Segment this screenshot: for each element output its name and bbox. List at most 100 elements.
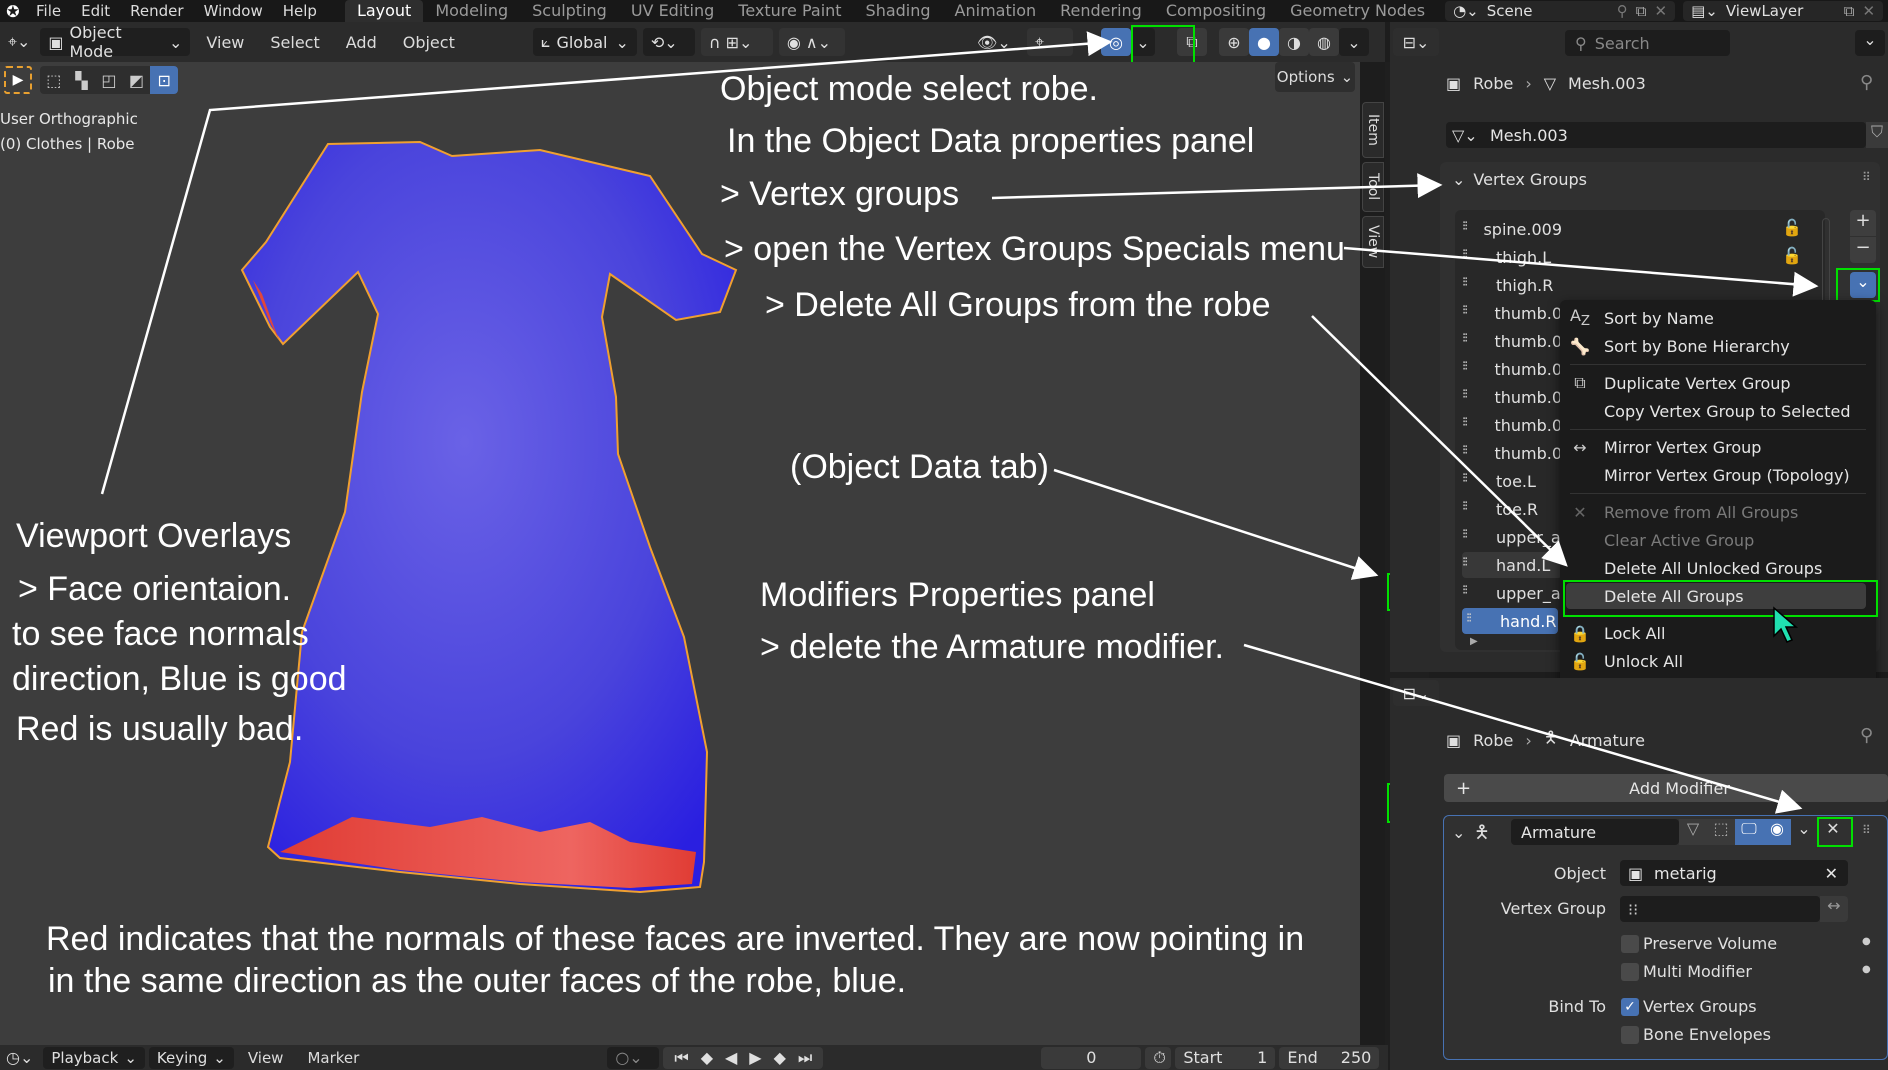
mode-selector[interactable]: ▣ Object Mode ⌄ [40, 23, 191, 61]
select-extend-icon[interactable]: ▚ [68, 66, 96, 94]
pin-icon[interactable]: ⚲ [1617, 2, 1628, 20]
vertex-group-row[interactable]: ⁝⁝ upper_a [1462, 524, 1562, 550]
keying-menu[interactable]: Keying ⌄ [148, 1046, 234, 1069]
current-frame-field[interactable]: 0 [1041, 1046, 1142, 1069]
vertex-group-row[interactable]: ⁝⁝ thigh.R [1462, 272, 1562, 298]
render-toggle[interactable]: ◉ [1763, 819, 1791, 845]
menu-select[interactable]: Select [260, 33, 329, 52]
timeline-marker-menu[interactable]: Marker [297, 1049, 369, 1067]
edit-mode-toggle[interactable]: ▽ [1679, 819, 1707, 845]
menu-edit[interactable]: Edit [71, 0, 120, 22]
material-shading-button[interactable]: ◑ [1279, 28, 1309, 56]
workspace-tab-geometry-nodes[interactable]: Geometry Nodes [1278, 0, 1437, 22]
menu-item-duplicate-vertex-group[interactable]: ⧉ Duplicate Vertex Group [1560, 370, 1876, 396]
timeline-editor-icon[interactable]: ◷⌄ [0, 1048, 39, 1067]
vertex-group-row[interactable]: ⁝⁝ upper_a [1462, 580, 1562, 606]
menu-item-lock-all[interactable]: 🔒 Lock All [1560, 620, 1876, 646]
vertex-group-row[interactable]: ⁝⁝ thumb.0 [1462, 412, 1562, 438]
drag-handle-icon[interactable]: ⠿ [1862, 170, 1871, 184]
options-dropdown[interactable]: Options ⌄ [1275, 62, 1355, 92]
view-layer-selector[interactable]: ▤⌄ ViewLayer ⧉ ✕ [1683, 1, 1884, 21]
mesh-name-field[interactable]: ▽⌄ Mesh.003 [1446, 122, 1866, 148]
add-vertex-group-button[interactable]: + [1850, 210, 1876, 236]
stopwatch-icon[interactable]: ⏱ [1145, 1046, 1172, 1069]
new-scene-icon[interactable]: ⧉ [1636, 2, 1647, 20]
menu-window[interactable]: Window [194, 0, 273, 22]
jump-start-icon[interactable]: ⏮ [674, 1048, 688, 1068]
on-cage-toggle[interactable]: ⬚ [1707, 819, 1735, 845]
workspace-tab-uv-editing[interactable]: UV Editing [619, 0, 726, 22]
menu-object[interactable]: Object [393, 33, 465, 52]
new-view-layer-icon[interactable]: ⧉ [1844, 2, 1855, 20]
jump-end-icon[interactable]: ⏭ [798, 1048, 812, 1068]
menu-item-sort-by-name[interactable]: AZ Sort by Name [1560, 305, 1876, 331]
properties-search-input[interactable]: ⚲ Search [1565, 30, 1730, 56]
select-intersect-icon[interactable]: ⊡ [150, 66, 178, 94]
unlock-icon[interactable]: 🔓 [1782, 246, 1802, 265]
vertex-group-row[interactable]: ⁝⁝ thumb.0 [1462, 440, 1562, 466]
workspace-tab-rendering[interactable]: Rendering [1048, 0, 1154, 22]
menu-help[interactable]: Help [273, 0, 327, 22]
menu-item-mirror-vertex-group-topology[interactable]: Mirror Vertex Group (Topology) [1560, 462, 1876, 488]
invert-vertex-group-toggle[interactable]: ↔ [1820, 896, 1848, 922]
select-invert-icon[interactable]: ◩ [123, 66, 151, 94]
menu-file[interactable]: File [26, 0, 71, 22]
armature-object-field[interactable]: ▣ metarig ✕ [1620, 860, 1848, 886]
vertex-group-row[interactable]: ⁝⁝ toe.L [1462, 468, 1562, 494]
bind-vertex-groups-checkbox[interactable]: ✓ [1621, 998, 1639, 1016]
vertex-groups-panel-header[interactable]: ⌄ Vertex Groups [1452, 170, 1587, 189]
editor-type-button[interactable]: ⌖⌄ [4, 28, 34, 56]
play-icon[interactable]: ▶ [749, 1048, 761, 1067]
pin-icon[interactable]: ⚲ [1860, 72, 1873, 93]
fake-user-icon[interactable]: ⛉ [1866, 122, 1888, 148]
menu-add[interactable]: Add [336, 33, 387, 52]
pin-icon[interactable]: ⚲ [1860, 725, 1873, 746]
npanel-tab-item[interactable]: Item [1362, 102, 1384, 158]
scene-selector[interactable]: ◔⌄ Scene ⚲ ⧉ ✕ [1445, 1, 1676, 21]
overlays-toggle[interactable]: ◎ [1101, 28, 1131, 56]
menu-render[interactable]: Render [120, 0, 193, 22]
workspace-tab-shading[interactable]: Shading [854, 0, 943, 22]
timeline-view-menu[interactable]: View [238, 1049, 294, 1067]
gizmo-toggle[interactable]: ⌖ [1027, 28, 1073, 56]
menu-view[interactable]: View [196, 33, 254, 52]
menu-item-mirror-vertex-group[interactable]: ↔ Mirror Vertex Group [1560, 434, 1876, 460]
modifier-name-field[interactable]: Armature [1511, 819, 1679, 845]
vertex-group-row[interactable]: ⁝⁝ thumb.0 [1462, 300, 1562, 326]
modifier-vertex-group-field[interactable]: ⁝⁝ [1620, 896, 1820, 922]
visibility-selector[interactable]: 👁⌄ [969, 28, 1021, 56]
workspace-tab-animation[interactable]: Animation [943, 0, 1049, 22]
prev-keyframe-icon[interactable]: ◆ [701, 1048, 713, 1067]
keyframe-dot-icon[interactable]: ● [1862, 936, 1871, 947]
vertex-group-row[interactable]: ⁝⁝ thigh.L [1462, 244, 1562, 270]
list-filter-expand-icon[interactable]: ▶ [1470, 636, 1478, 647]
wireframe-shading-button[interactable]: ⊕ [1219, 28, 1249, 56]
viewport-display-toggle[interactable]: 🖵 [1735, 819, 1763, 845]
shading-dropdown[interactable]: ⌄ [1339, 28, 1369, 56]
select-new-icon[interactable]: ⬚ [40, 66, 68, 94]
vertex-group-row[interactable]: ⁝⁝ hand.R [1462, 608, 1558, 634]
npanel-tab-view[interactable]: View [1362, 216, 1384, 268]
bind-bone-envelopes-checkbox[interactable] [1621, 1026, 1639, 1044]
clear-icon[interactable]: ✕ [1825, 864, 1838, 883]
playback-menu[interactable]: Playback ⌄ [43, 1046, 145, 1069]
snapping-selector[interactable]: ∩ ⊞⌄ [700, 28, 773, 56]
keyframe-dot-icon[interactable]: ● [1862, 964, 1871, 975]
multi-modifier-checkbox[interactable] [1621, 963, 1639, 981]
solid-shading-button[interactable]: ● [1249, 28, 1279, 56]
workspace-tab-sculpting[interactable]: Sculpting [520, 0, 619, 22]
workspace-tab-modeling[interactable]: Modeling [423, 0, 520, 22]
menu-item-unlock-all[interactable]: 🔓 Unlock All [1560, 648, 1876, 674]
menu-item-copy-vertex-group-to-selected[interactable]: Copy Vertex Group to Selected [1560, 398, 1876, 424]
workspace-tab-texture-paint[interactable]: Texture Paint [726, 0, 853, 22]
end-frame-field[interactable]: End 250 [1279, 1046, 1380, 1069]
collapse-chevron-icon[interactable]: ⌄ [1452, 823, 1465, 842]
vertex-group-row[interactable]: ⁝⁝ thumb.0 [1462, 384, 1562, 410]
menu-item-delete-all-unlocked-groups[interactable]: Delete All Unlocked Groups [1560, 555, 1876, 581]
select-tool-icon[interactable]: ▶ [4, 66, 32, 94]
properties-editor-type-button[interactable]: ⊟⌄ [1393, 28, 1439, 56]
vertex-group-row[interactable]: ⁝⁝ toe.R [1462, 496, 1562, 522]
pivot-point-selector[interactable]: ⟲⌄ [642, 28, 695, 56]
start-frame-field[interactable]: Start 1 [1175, 1046, 1276, 1069]
drag-handle-icon[interactable]: ⠿ [1862, 823, 1871, 837]
